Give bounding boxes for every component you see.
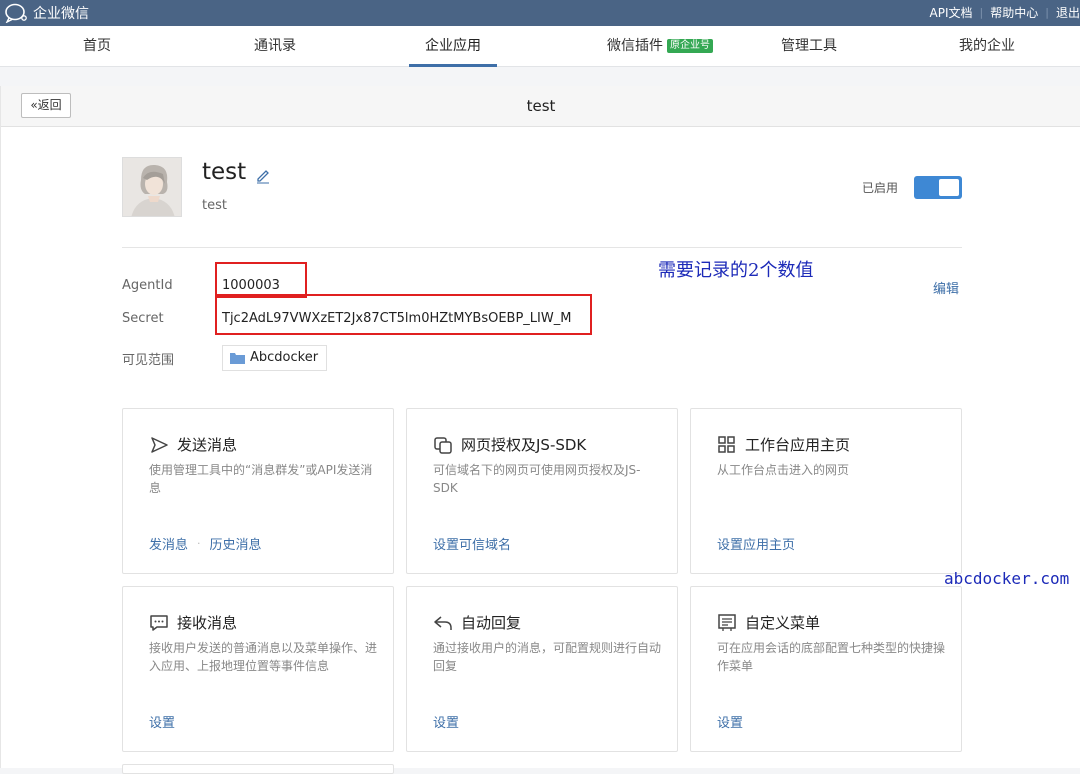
card-title: 自定义菜单 — [745, 614, 821, 632]
scope-label: 可见范围 — [122, 353, 175, 368]
set-app-home-link[interactable]: 设置应用主页 — [717, 534, 795, 553]
card-description: 可在应用会话的底部配置七种类型的快捷操作菜单 — [717, 641, 946, 673]
scope-value: Abcdocker — [250, 350, 319, 365]
nav-label: 通讯录 — [254, 38, 296, 54]
legacy-badge: 原企业号 — [667, 39, 713, 53]
card-title: 工作台应用主页 — [745, 436, 851, 454]
send-message-link[interactable]: 发消息 — [149, 534, 188, 553]
divider — [122, 247, 962, 248]
nav-apps[interactable]: 企业应用 — [409, 26, 497, 67]
top-bar: 企业微信 API文档 | 帮助中心 | 退出 — [0, 0, 1080, 26]
settings-link[interactable]: 设置 — [433, 712, 459, 731]
card-links: 设置 — [717, 712, 743, 731]
secret-label: Secret — [122, 311, 164, 326]
panel-header: test «返回 — [1, 86, 1080, 127]
reply-icon — [434, 616, 452, 630]
watermark-text: abcdocker.com — [944, 569, 1070, 588]
nav-wechat-plugin[interactable]: 微信插件 原企业号 — [598, 26, 722, 67]
edit-link[interactable]: 编辑 — [933, 278, 959, 297]
annotation-text: 需要记录的2个数值 — [658, 260, 814, 281]
card-description: 通过接收用户的消息，可配置规则进行自动回复 — [433, 641, 662, 673]
double-chevron-left-icon: « — [30, 98, 38, 112]
nav-my-company[interactable]: 我的企业 — [954, 26, 1020, 67]
help-center-link[interactable]: 帮助中心 — [990, 4, 1038, 21]
card-next-partial — [122, 764, 394, 774]
card-description: 从工作台点击进入的网页 — [717, 463, 850, 477]
card-send-message: 发送消息 使用管理工具中的“消息群发”或API发送消息 发消息 · 历史消息 — [122, 408, 394, 574]
card-links: 设置应用主页 — [717, 534, 795, 553]
settings-link[interactable]: 设置 — [717, 712, 743, 731]
card-auto-reply: 自动回复 通过接收用户的消息，可配置规则进行自动回复 设置 — [406, 586, 678, 752]
top-links: API文档 | 帮助中心 | 退出 — [930, 4, 1080, 21]
set-trusted-domain-link[interactable]: 设置可信域名 — [433, 534, 511, 553]
send-icon — [151, 437, 168, 453]
brand-name: 企业微信 — [33, 6, 89, 22]
chat-icon — [150, 615, 168, 631]
card-description: 可信域名下的网页可使用网页授权及JS-SDK — [433, 463, 641, 495]
api-docs-link[interactable]: API文档 — [930, 4, 973, 21]
toggle-knob — [939, 179, 959, 196]
card-receive-message: 接收消息 接收用户发送的普通消息以及菜单操作、进入应用、上报地理位置等事件信息 … — [122, 586, 394, 752]
edit-pencil-icon[interactable] — [255, 168, 271, 184]
separator: | — [1045, 6, 1049, 19]
main-nav: 首页 通讯录 企业应用 微信插件 原企业号 管理工具 我的企业 — [0, 26, 1080, 67]
highlight-box-agentid — [215, 262, 307, 298]
card-description: 接收用户发送的普通消息以及菜单操作、进入应用、上报地理位置等事件信息 — [149, 641, 378, 673]
avatar-image — [123, 158, 181, 216]
card-links: 设置 — [433, 712, 459, 731]
wecom-logo-icon — [5, 3, 27, 23]
card-web-auth-jssdk: 网页授权及JS-SDK 可信域名下的网页可使用网页授权及JS-SDK 设置可信域… — [406, 408, 678, 574]
card-description: 使用管理工具中的“消息群发”或API发送消息 — [149, 463, 373, 495]
nav-label: 企业应用 — [425, 38, 481, 54]
brand-logo[interactable]: 企业微信 — [4, 3, 89, 23]
history-message-link[interactable]: 历史消息 — [210, 534, 262, 553]
status-label: 已启用 — [862, 181, 899, 195]
page-title: test — [526, 97, 556, 115]
card-custom-menu: 自定义菜单 可在应用会话的底部配置七种类型的快捷操作菜单 设置 — [690, 586, 962, 752]
agentid-label: AgentId — [122, 278, 173, 293]
link-separator: · — [197, 537, 201, 550]
card-links: 设置可信域名 — [433, 534, 511, 553]
nav-label: 我的企业 — [959, 38, 1015, 54]
card-links: 发消息 · 历史消息 — [149, 534, 262, 553]
enable-toggle[interactable] — [914, 176, 962, 199]
card-title: 接收消息 — [177, 614, 238, 632]
grid-icon — [718, 436, 735, 453]
folder-icon — [230, 353, 245, 364]
settings-link[interactable]: 设置 — [149, 712, 175, 731]
logout-link[interactable]: 退出 — [1056, 4, 1080, 21]
copy-auth-icon — [434, 437, 452, 454]
nav-label: 微信插件 — [607, 38, 663, 54]
menu-icon — [718, 614, 736, 631]
nav-contacts[interactable]: 通讯录 — [248, 26, 302, 67]
nav-home[interactable]: 首页 — [76, 26, 118, 67]
nav-label: 管理工具 — [781, 38, 837, 54]
card-title: 网页授权及JS-SDK — [461, 436, 587, 454]
highlight-box-secret — [215, 294, 592, 335]
app-description: test — [202, 198, 227, 213]
card-title: 发送消息 — [177, 436, 238, 454]
back-label: 返回 — [37, 98, 62, 112]
card-title: 自动回复 — [461, 614, 522, 632]
nav-admin-tools[interactable]: 管理工具 — [777, 26, 841, 67]
separator: | — [979, 6, 984, 19]
nav-label: 首页 — [83, 38, 111, 54]
scope-chip[interactable]: Abcdocker — [222, 345, 328, 371]
app-avatar[interactable] — [122, 157, 182, 217]
app-name: test — [202, 159, 247, 185]
card-workbench-home: 工作台应用主页 从工作台点击进入的网页 设置应用主页 — [690, 408, 962, 574]
card-links: 设置 — [149, 712, 175, 731]
back-button[interactable]: «返回 — [21, 93, 71, 118]
